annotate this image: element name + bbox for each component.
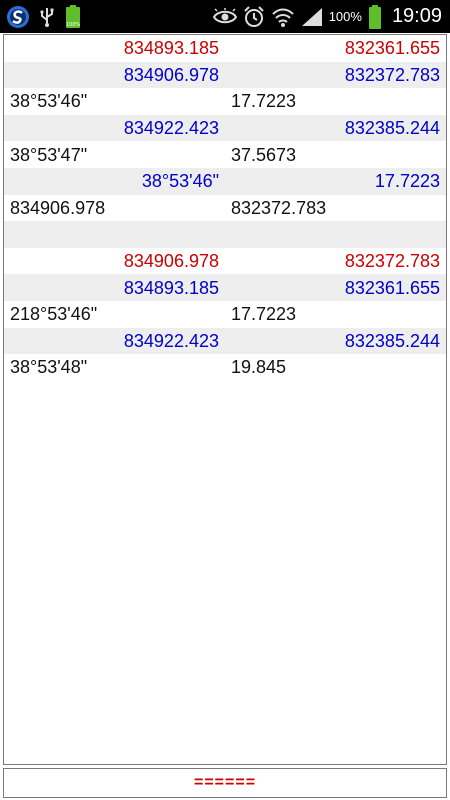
result-cell-right: 832372.783: [344, 251, 440, 272]
result-cell-left: 834906.978: [123, 251, 219, 272]
result-cell-right: 17.7223: [231, 91, 297, 112]
result-row: 38°53'46" 17.7223: [4, 88, 446, 115]
wifi-icon: [271, 0, 295, 33]
status-bar-notifications: 100%: [0, 0, 82, 33]
result-cell-left: 834906.978: [123, 64, 219, 85]
result-row: 38°53'46" 17.7223: [4, 167, 446, 195]
result-cell-right: 17.7223: [374, 171, 440, 192]
result-cell-left: 834922.423: [123, 118, 219, 139]
result-cell-right: 832361.655: [344, 277, 440, 298]
result-cell-right: 832372.783: [344, 64, 440, 85]
result-cell-left: 834906.978: [10, 197, 106, 218]
eye-icon: [212, 0, 237, 33]
usb-icon: [38, 0, 56, 33]
result-cell-left: 218°53'46": [10, 304, 98, 325]
results-list[interactable]: 834893.185 832361.655 834906.978 832372.783…: [3, 34, 447, 765]
result-row: 834906.978 832372.783: [4, 195, 446, 222]
result-cell-left: 834922.423: [123, 330, 219, 351]
result-row: 38°53'48" 19.845: [4, 354, 446, 381]
result-row: 834906.978 832372.783: [4, 61, 446, 89]
battery-percent: 100%: [328, 9, 362, 24]
result-cell-left: 834893.185: [123, 38, 219, 59]
result-cell-left: 38°53'47": [10, 144, 88, 165]
bottom-button-label: ======: [193, 774, 257, 791]
result-row: 38°53'47" 37.5673: [4, 141, 446, 168]
result-cell-left: 834893.185: [123, 277, 219, 298]
result-row: 834893.185 832361.655: [4, 35, 446, 62]
result-cell-left: 38°53'48": [10, 357, 88, 378]
battery-small-label: 100%: [66, 22, 81, 28]
result-cell-right: 17.7223: [231, 304, 297, 325]
sync-app-icon: [6, 0, 30, 33]
battery-icon: [368, 0, 382, 33]
result-row: [4, 221, 446, 248]
result-row: 834922.423 832385.244: [4, 114, 446, 142]
alarm-icon: [243, 0, 265, 33]
result-cell-right: 832361.655: [344, 38, 440, 59]
result-row: 834922.423 832385.244: [4, 327, 446, 355]
result-cell-right: 832385.244: [344, 118, 440, 139]
battery-small-icon: 100%: [64, 0, 82, 33]
result-row: 218°53'46" 17.7223: [4, 301, 446, 328]
result-row: 834893.185 832361.655: [4, 274, 446, 301]
bottom-button[interactable]: ======: [3, 768, 447, 798]
result-cell-right: 832385.244: [344, 330, 440, 351]
clock: 19:09: [391, 5, 442, 27]
status-bar-system: 100% 19:09: [212, 0, 450, 33]
result-row: 834906.978 832372.783: [4, 248, 446, 275]
signal-icon: [301, 0, 323, 33]
result-cell-left: 38°53'46": [10, 91, 88, 112]
result-cell-right: 19.845: [231, 357, 287, 378]
result-cell-right: 37.5673: [231, 144, 297, 165]
status-bar: 100% 100% 19:09: [0, 0, 450, 33]
result-cell-left: 38°53'46": [141, 171, 219, 192]
result-cell-right: 832372.783: [231, 197, 327, 218]
